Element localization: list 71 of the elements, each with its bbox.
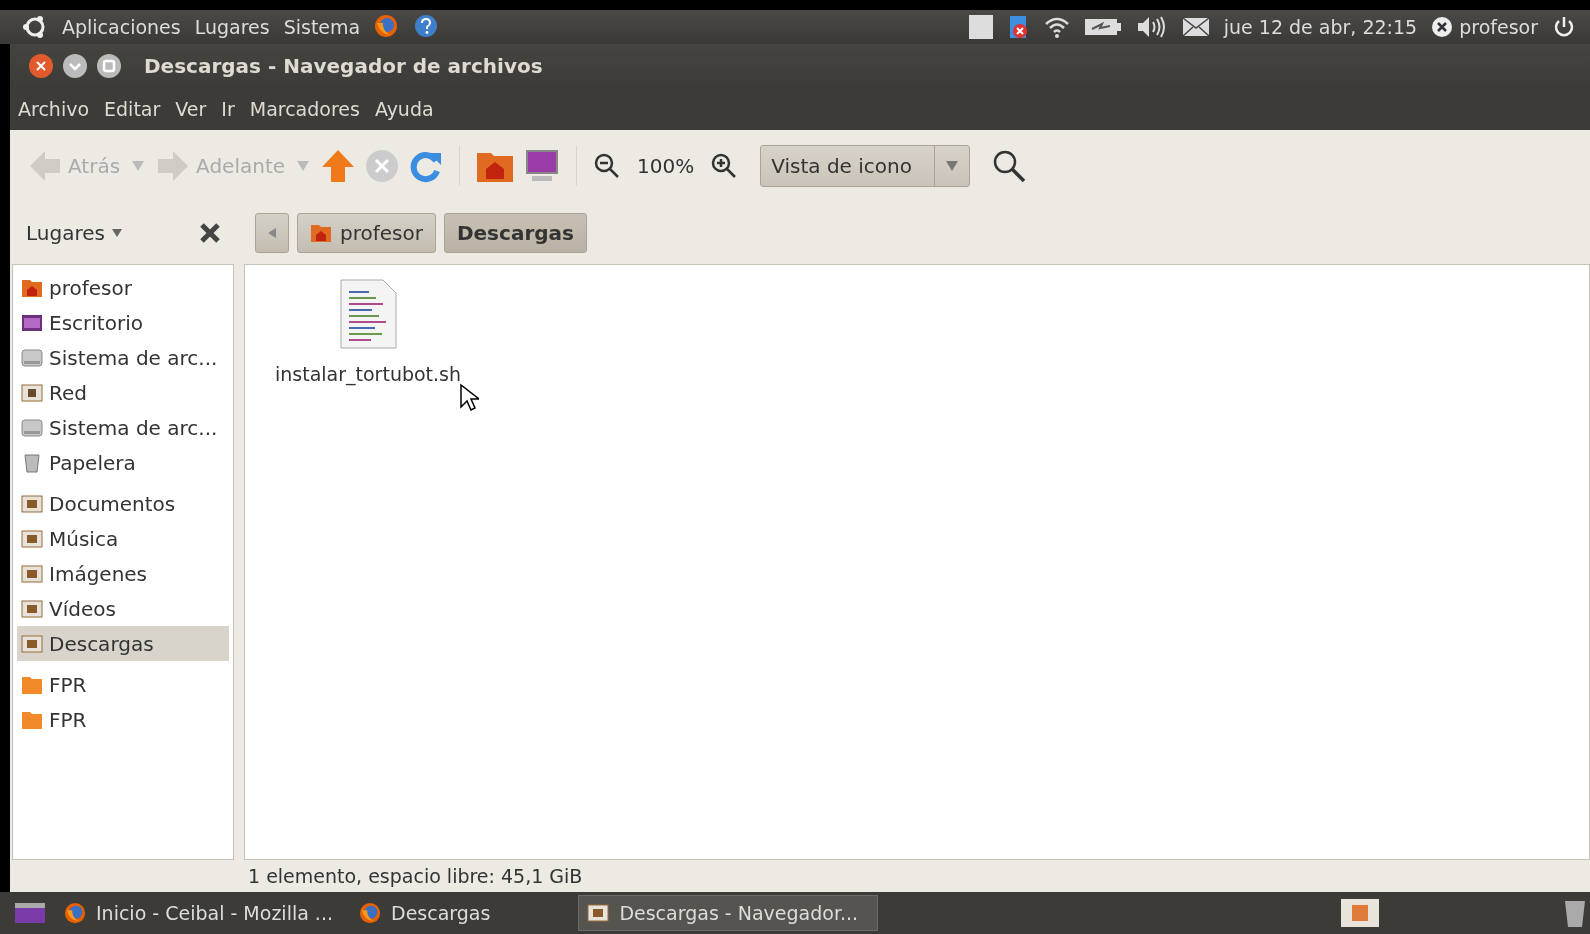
sidebar-item[interactable]: Sistema de arc... — [17, 410, 229, 445]
computer-icon[interactable] — [524, 148, 561, 184]
zoom-level: 100% — [637, 154, 695, 178]
maximize-button[interactable] — [96, 53, 122, 79]
left-caret-icon — [266, 227, 278, 239]
menu-item[interactable]: Archivo — [18, 98, 90, 120]
sidebar-item[interactable]: Escritorio — [17, 305, 229, 340]
panel-menu[interactable]: Aplicaciones — [62, 16, 181, 38]
script-file-icon[interactable] — [339, 279, 397, 349]
menu-item[interactable]: Ayuda — [374, 98, 434, 120]
status-icon — [1431, 16, 1454, 38]
sidebar-item[interactable]: Vídeos — [17, 591, 229, 626]
sidebar-item[interactable]: profesor — [17, 270, 229, 305]
sidebar-item[interactable]: Sistema de arc... — [17, 340, 229, 375]
sidebar-item[interactable]: Papelera — [17, 445, 229, 480]
back-arrow-icon — [28, 149, 62, 183]
drive-icon — [21, 416, 43, 439]
drive-icon — [21, 346, 43, 369]
clock[interactable]: jue 12 de abr, 22:15 — [1223, 16, 1418, 38]
folder-icon — [21, 492, 43, 515]
path-button[interactable]: profesor — [297, 213, 436, 253]
close-sidebar-icon[interactable] — [199, 222, 221, 244]
folder-icon — [587, 902, 610, 924]
panel-menu[interactable]: Sistema — [283, 16, 361, 38]
menu-item[interactable]: Ver — [175, 98, 207, 120]
caret-icon — [110, 228, 123, 238]
power-icon[interactable] — [1552, 15, 1576, 39]
firefox-icon — [359, 902, 381, 924]
close-button[interactable] — [28, 53, 54, 79]
sidebar-item[interactable]: Música — [17, 521, 229, 556]
sidebar-places-menu[interactable]: Lugares — [26, 221, 123, 245]
home-folder-icon — [310, 223, 332, 243]
menu-item[interactable]: Ir — [221, 98, 235, 120]
sidebar-item[interactable]: Red — [17, 375, 229, 410]
menu-item[interactable]: Editar — [104, 98, 161, 120]
status-text: 1 elemento, espacio libre: 45,1 GiB — [248, 865, 583, 887]
mouse-pointer-icon — [459, 383, 479, 411]
reload-icon[interactable] — [409, 149, 444, 183]
sidebar-item[interactable]: Descargas — [17, 626, 229, 661]
taskbar-item[interactable]: Descargas — [351, 895, 499, 931]
workspace-switcher-icon[interactable] — [1340, 898, 1380, 928]
battery-icon[interactable] — [1083, 16, 1122, 38]
folder-icon — [21, 632, 43, 655]
forward-arrow-icon — [156, 149, 191, 183]
window-title: Descargas - Navegador de archivos — [144, 54, 543, 78]
search-icon[interactable] — [992, 149, 1027, 183]
folder-icon — [21, 527, 43, 550]
user-menu[interactable]: profesor — [1431, 16, 1538, 38]
show-desktop-icon[interactable] — [14, 900, 46, 926]
sidebar-item[interactable]: Imágenes — [17, 556, 229, 591]
sidebar-item[interactable]: FPR — [17, 702, 229, 737]
minimize-button[interactable] — [62, 53, 88, 79]
menu-item[interactable]: Marcadores — [249, 98, 360, 120]
mail-icon[interactable] — [1181, 17, 1210, 37]
panel-menu[interactable]: Lugares — [194, 16, 270, 38]
taskbar-item[interactable]: Inicio - Ceibal - Mozilla ... — [56, 895, 341, 931]
sidebar-item[interactable]: FPR — [17, 667, 229, 702]
network-folder-icon — [21, 381, 43, 404]
file-name[interactable]: instalar_tortubot.sh — [275, 363, 462, 385]
path-button[interactable]: Descargas — [443, 213, 587, 253]
trash-icon — [21, 451, 43, 474]
sidebar-item[interactable]: Documentos — [17, 486, 229, 521]
folder-icon — [21, 597, 43, 620]
network-error-icon[interactable] — [1007, 14, 1030, 40]
folder-icon — [21, 562, 43, 585]
taskbar-item[interactable]: Descargas - Navegador... — [578, 895, 879, 931]
caret-icon — [945, 160, 960, 172]
window-icon[interactable] — [967, 14, 994, 40]
speaker-icon[interactable] — [1135, 14, 1168, 40]
view-dropdown[interactable]: Vista de icono — [760, 145, 971, 187]
firefox-icon — [64, 902, 86, 924]
